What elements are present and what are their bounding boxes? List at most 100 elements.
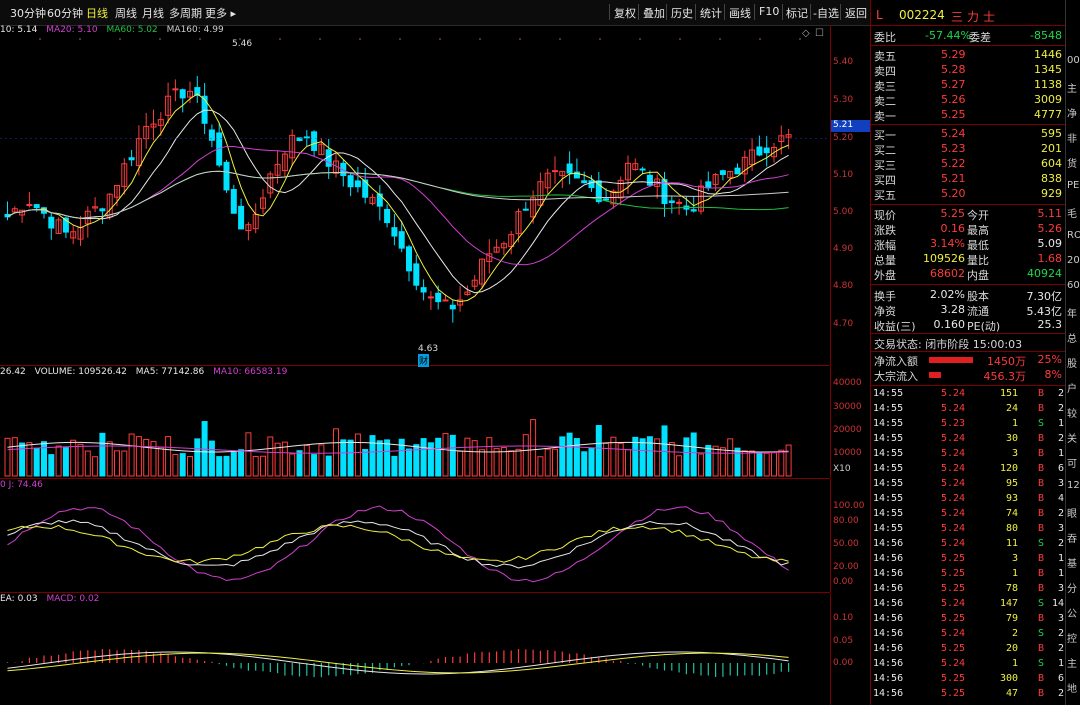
- tick-row[interactable]: 14:55 5.23 1 S 1: [871, 418, 1066, 433]
- stat-row: 现价 5.25 今开 5.11: [871, 207, 1066, 222]
- flow-pct: 25%: [1037, 353, 1062, 366]
- kline-axis: 5.40 5.30 5.20 5.10 5.00 4.90 4.80 4.70 …: [830, 25, 871, 365]
- period-weekly[interactable]: 周线: [115, 5, 137, 21]
- volume-bar: [260, 455, 266, 477]
- watchlist-button[interactable]: -自选: [813, 5, 839, 21]
- tick-count: 6: [1057, 463, 1064, 474]
- tick-side: B: [1037, 688, 1044, 699]
- tick-label: 5.40: [833, 57, 854, 67]
- tick-row[interactable]: 14:55 5.24 151 B 2: [871, 388, 1066, 403]
- current-price-tag: 5.21: [831, 120, 871, 132]
- period-more[interactable]: 更多 ▸: [205, 5, 236, 21]
- tick-row[interactable]: 14:55 5.24 3 B 1: [871, 448, 1066, 463]
- volume-bar: [617, 442, 624, 477]
- marker-dot: [599, 38, 601, 40]
- volume-bar: [749, 450, 756, 477]
- tick-time: 14:56: [873, 628, 904, 639]
- back-button[interactable]: 返回: [845, 5, 867, 21]
- tick-row[interactable]: 14:56 5.24 11 S 2: [871, 538, 1066, 553]
- tick-row[interactable]: 14:55 5.24 24 B 2: [871, 403, 1066, 418]
- ask-row[interactable]: 卖三 5.27 1138: [871, 78, 1066, 93]
- volume-bar: [369, 435, 376, 477]
- stat-label: 总量: [874, 254, 896, 267]
- tick-count: 6: [1057, 673, 1064, 684]
- far-right-label: 12: [1067, 480, 1080, 491]
- bid-row[interactable]: 买四 5.21 838: [871, 172, 1066, 187]
- volume-bar: [676, 455, 683, 477]
- candle-body: [427, 296, 434, 299]
- tick-row[interactable]: 14:56 5.25 3 B 1: [871, 553, 1066, 568]
- history-button[interactable]: 历史: [671, 5, 693, 21]
- ask-row[interactable]: 卖一 5.25 4777: [871, 108, 1066, 123]
- volume-pane[interactable]: 26.42 VOLUME: 109526.42 MA5: 77142.86 MA…: [0, 366, 830, 479]
- ask-row[interactable]: 卖四 5.28 1345: [871, 63, 1066, 78]
- volume-bar: [522, 434, 529, 477]
- tick-row[interactable]: 14:55 5.24 120 B 6: [871, 463, 1066, 478]
- tick-count: 2: [1057, 628, 1064, 639]
- ask-row[interactable]: 卖二 5.26 3009: [871, 93, 1066, 108]
- mark-button[interactable]: 标记: [786, 5, 808, 21]
- far-right-label: 非: [1067, 134, 1077, 145]
- tick-count: 1: [1057, 418, 1064, 429]
- tick-row[interactable]: 14:56 5.24 2 S 2: [871, 628, 1066, 643]
- tick-row[interactable]: 14:56 5.25 78 B 3: [871, 583, 1066, 598]
- bid-row[interactable]: 买二 5.23 201: [871, 142, 1066, 157]
- tick-volume: 80: [1005, 523, 1018, 534]
- bid-row[interactable]: 买一 5.24 595: [871, 127, 1066, 142]
- stats-button[interactable]: 统计: [700, 5, 722, 21]
- stat-value: 109526: [923, 252, 965, 265]
- diamond-icon[interactable]: ◇: [802, 28, 810, 39]
- bid-volume: 595: [1041, 127, 1062, 140]
- checkbox-icon[interactable]: ☐: [815, 28, 824, 39]
- tick-row[interactable]: 14:56 5.25 47 B 2: [871, 688, 1066, 703]
- tick-row[interactable]: 14:55 5.24 74 B 2: [871, 508, 1066, 523]
- stat-label: 今开: [967, 209, 989, 222]
- tick-row[interactable]: 14:55 5.24 80 B 3: [871, 523, 1066, 538]
- volume-bar: [179, 453, 186, 477]
- period-daily[interactable]: 日线: [86, 5, 108, 21]
- tick-row[interactable]: 14:56 5.24 1 S 1: [871, 658, 1066, 673]
- marker-dot: [519, 38, 521, 40]
- candle-body: [719, 170, 726, 175]
- volume-bar: [384, 439, 391, 477]
- kdj-pane[interactable]: 0 J: 74.46: [0, 479, 830, 593]
- period-monthly[interactable]: 月线: [142, 5, 164, 21]
- marker-dot: [679, 38, 681, 40]
- marker-dot: [759, 38, 761, 40]
- tick-row[interactable]: 14:55 5.24 30 B 2: [871, 433, 1066, 448]
- draw-line-button[interactable]: 画线: [729, 5, 751, 21]
- tick-row[interactable]: 14:56 5.25 1 B 1: [871, 568, 1066, 583]
- f10-button[interactable]: F10: [759, 5, 779, 18]
- bid-row[interactable]: 买五 5.20 929: [871, 187, 1066, 202]
- tick-row[interactable]: 14:56 5.25 20 B 2: [871, 643, 1066, 658]
- volume-bar: [479, 449, 485, 477]
- tick-price: 5.24: [941, 523, 966, 534]
- tick-volume: 24: [1005, 403, 1018, 414]
- period-30min[interactable]: 30分钟: [10, 5, 46, 21]
- kline-pane[interactable]: 10: 5.14 MA20: 5.10 MA60: 5.02 MA160: 4.…: [0, 25, 830, 367]
- tick-label: 50.00: [833, 539, 859, 549]
- candle-body: [588, 180, 595, 189]
- tick-row[interactable]: 14:56 5.24 147 S 14: [871, 598, 1066, 613]
- tick-count: 3: [1057, 478, 1064, 489]
- adjust-button[interactable]: 复权: [614, 5, 636, 21]
- stat-label: PE(动): [967, 320, 1001, 333]
- tick-side: B: [1037, 583, 1044, 594]
- tick-row[interactable]: 14:56 5.25 79 B 3: [871, 613, 1066, 628]
- tick-row[interactable]: 14:55 5.24 93 B 4: [871, 493, 1066, 508]
- overlay-button[interactable]: 叠加: [643, 5, 665, 21]
- tick-row[interactable]: 14:56 5.25 300 B 6: [871, 673, 1066, 688]
- far-right-label: 地: [1067, 684, 1077, 695]
- ask-price: 5.26: [941, 93, 966, 106]
- tick-row[interactable]: 14:55 5.24 95 B 3: [871, 478, 1066, 493]
- period-multi[interactable]: 多周期: [169, 5, 202, 21]
- period-60min[interactable]: 60分钟: [47, 5, 83, 21]
- ask-row[interactable]: 卖五 5.29 1446: [871, 48, 1066, 63]
- stat-value: 7.30亿: [1026, 290, 1063, 303]
- candle-body: [33, 204, 40, 209]
- macd-pane[interactable]: EA: 0.03 MACD: 0.02: [0, 593, 830, 705]
- volume-bar: [128, 433, 135, 477]
- tick-side: B: [1037, 388, 1044, 399]
- bid-label: 买三: [874, 159, 896, 172]
- bid-row[interactable]: 买三 5.22 604: [871, 157, 1066, 172]
